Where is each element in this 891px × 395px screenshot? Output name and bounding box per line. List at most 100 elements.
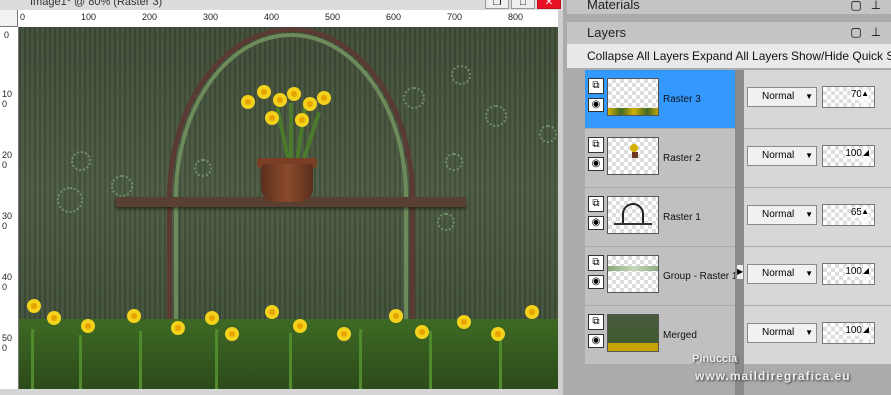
visibility-eye-icon[interactable]: ◉ (588, 216, 604, 230)
chevron-down-icon: ▼ (805, 269, 813, 278)
opacity-slider[interactable]: 65 ▲ (822, 204, 875, 226)
image-canvas[interactable] (19, 27, 558, 389)
expand-all-layers-button[interactable]: Expand All Layers (692, 49, 788, 63)
grass-blade (139, 331, 142, 389)
ruler-h-label: 0 (20, 12, 26, 22)
grass-blade (215, 329, 218, 389)
materials-panel-header[interactable]: Materials ▢ ⊥ (567, 0, 891, 14)
slider-handle-icon[interactable]: ◢ (862, 266, 869, 284)
panel-divider[interactable] (735, 70, 744, 395)
layer-type-icon: ⧉ (588, 78, 604, 94)
layer-row-left[interactable]: ⧉ ◉ Group - Raster 1 (585, 247, 737, 305)
panel-restore-icon[interactable]: ▢ (850, 0, 862, 12)
image-title-bar[interactable]: Image1* @ 80% (Raster 3) ❐ □ ✕ (0, 0, 563, 10)
opacity-value: 100 (845, 148, 862, 159)
daffodil-flower (389, 309, 403, 323)
opacity-slider[interactable]: 100 ◢ (822, 263, 875, 285)
opacity-slider[interactable]: 100 ◢ (822, 145, 875, 167)
panel-restore-icon[interactable]: ▢ (850, 25, 862, 39)
group-expand-arrow-icon[interactable]: ▶ (737, 265, 743, 279)
chevron-down-icon: ▼ (805, 151, 813, 160)
blend-mode-dropdown[interactable]: Normal ▼ (747, 323, 817, 343)
grass-blade (79, 335, 82, 389)
ruler-h-label: 200 (142, 12, 158, 22)
layer-row-right: Normal ▼ 70 ▲ (744, 70, 891, 128)
ruler-h-label: 100 (81, 12, 97, 22)
collapse-all-layers-button[interactable]: Collapse All Layers (587, 49, 689, 63)
daffodil-flower (47, 311, 61, 325)
layers-toolbar: Collapse All Layers Expand All Layers Sh… (567, 44, 891, 68)
ruler-h-label: 600 (386, 12, 402, 22)
layer-row-right: Normal ▼ 100 ◢ (744, 247, 891, 305)
daffodil-flower (265, 305, 279, 319)
daffodil-flower (457, 315, 471, 329)
chevron-down-icon: ▼ (805, 210, 813, 219)
layer-row-left[interactable]: ⧉ ◉ Raster 1 (585, 188, 735, 246)
pin-icon[interactable]: ⊥ (870, 0, 882, 12)
blend-mode-dropdown[interactable]: Normal ▼ (747, 87, 817, 107)
slider-handle-icon[interactable]: ◢ (862, 325, 869, 343)
maximize-button[interactable]: □ (511, 0, 535, 9)
slider-handle-icon[interactable]: ▲ (861, 89, 869, 107)
grass-blade (359, 329, 362, 389)
blend-mode-value: Normal (762, 150, 795, 161)
layer-row-left[interactable]: ⧉ ◉ Raster 3 (585, 70, 735, 128)
materials-title: Materials (587, 0, 640, 12)
blend-mode-dropdown[interactable]: Normal ▼ (747, 146, 817, 166)
daffodil-flower (303, 97, 317, 111)
daffodil-flower (337, 327, 351, 341)
opacity-slider[interactable]: 70 ▲ (822, 86, 875, 108)
layers-panel-header[interactable]: Layers ▢ ⊥ (567, 22, 891, 44)
decor-circle (111, 175, 133, 197)
daffodil-flower (171, 321, 185, 335)
blend-mode-dropdown[interactable]: Normal ▼ (747, 205, 817, 225)
show-hide-quick-search-button[interactable]: Show/Hide Quick Se (791, 49, 891, 63)
chevron-down-icon: ▼ (805, 92, 813, 101)
daffodil-flower (81, 319, 95, 333)
layer-name[interactable]: Raster 3 (663, 94, 701, 105)
grass-blade (31, 329, 34, 389)
restore-button[interactable]: ❐ (485, 0, 509, 9)
ruler-h-label: 800 (508, 12, 524, 22)
daffodil-flower (295, 113, 309, 127)
blend-mode-dropdown[interactable]: Normal ▼ (747, 264, 817, 284)
layer-thumbnail (607, 255, 659, 293)
daffodil-flower (293, 319, 307, 333)
visibility-eye-icon[interactable]: ◉ (588, 334, 604, 348)
daffodil-flower (241, 95, 255, 109)
ruler-v-label: 400 (2, 272, 13, 292)
ruler-v-label: 0 (4, 30, 10, 40)
image-window: Image1* @ 80% (Raster 3) ❐ □ ✕ 0 100 200… (0, 0, 563, 395)
daffodil-flower (273, 93, 287, 107)
ruler-v-label: 100 (2, 89, 13, 109)
layer-name[interactable]: Raster 2 (663, 153, 701, 164)
daffodil-flower (415, 325, 429, 339)
visibility-eye-icon[interactable]: ◉ (588, 98, 604, 112)
plant-leaf (289, 103, 293, 163)
grass-blade (429, 331, 432, 389)
visibility-eye-icon[interactable]: ◉ (588, 275, 604, 289)
canvas-scrollbar[interactable] (558, 10, 563, 395)
slider-handle-icon[interactable]: ◢ (862, 148, 869, 166)
ruler-v-label: 500 (2, 333, 13, 353)
layer-name[interactable]: Group - Raster 1 (663, 271, 737, 282)
daffodil-flower (127, 309, 141, 323)
decor-circle (437, 213, 455, 231)
layer-type-icon: ⧉ (588, 137, 604, 153)
slider-handle-icon[interactable]: ▲ (861, 207, 869, 225)
ruler-h-label: 700 (447, 12, 463, 22)
layers-list: ⧉ ◉ Raster 3 Normal ▼ 70 ▲ ⧉ ◉ Raster 2 … (585, 70, 891, 395)
layer-name[interactable]: Merged (663, 330, 697, 341)
pin-icon[interactable]: ⊥ (870, 25, 882, 39)
layer-row-left[interactable]: ⧉ ◉ Raster 2 (585, 129, 735, 187)
layer-name[interactable]: Raster 1 (663, 212, 701, 223)
layer-thumbnail (607, 314, 659, 352)
decor-circle (57, 187, 83, 213)
layer-row-right: Normal ▼ 65 ▲ (744, 188, 891, 246)
chevron-down-icon: ▼ (805, 328, 813, 337)
ruler-corner (0, 10, 18, 27)
visibility-eye-icon[interactable]: ◉ (588, 157, 604, 171)
opacity-slider[interactable]: 100 ◢ (822, 322, 875, 344)
daffodil-flower (27, 299, 41, 313)
close-button[interactable]: ✕ (537, 0, 561, 9)
